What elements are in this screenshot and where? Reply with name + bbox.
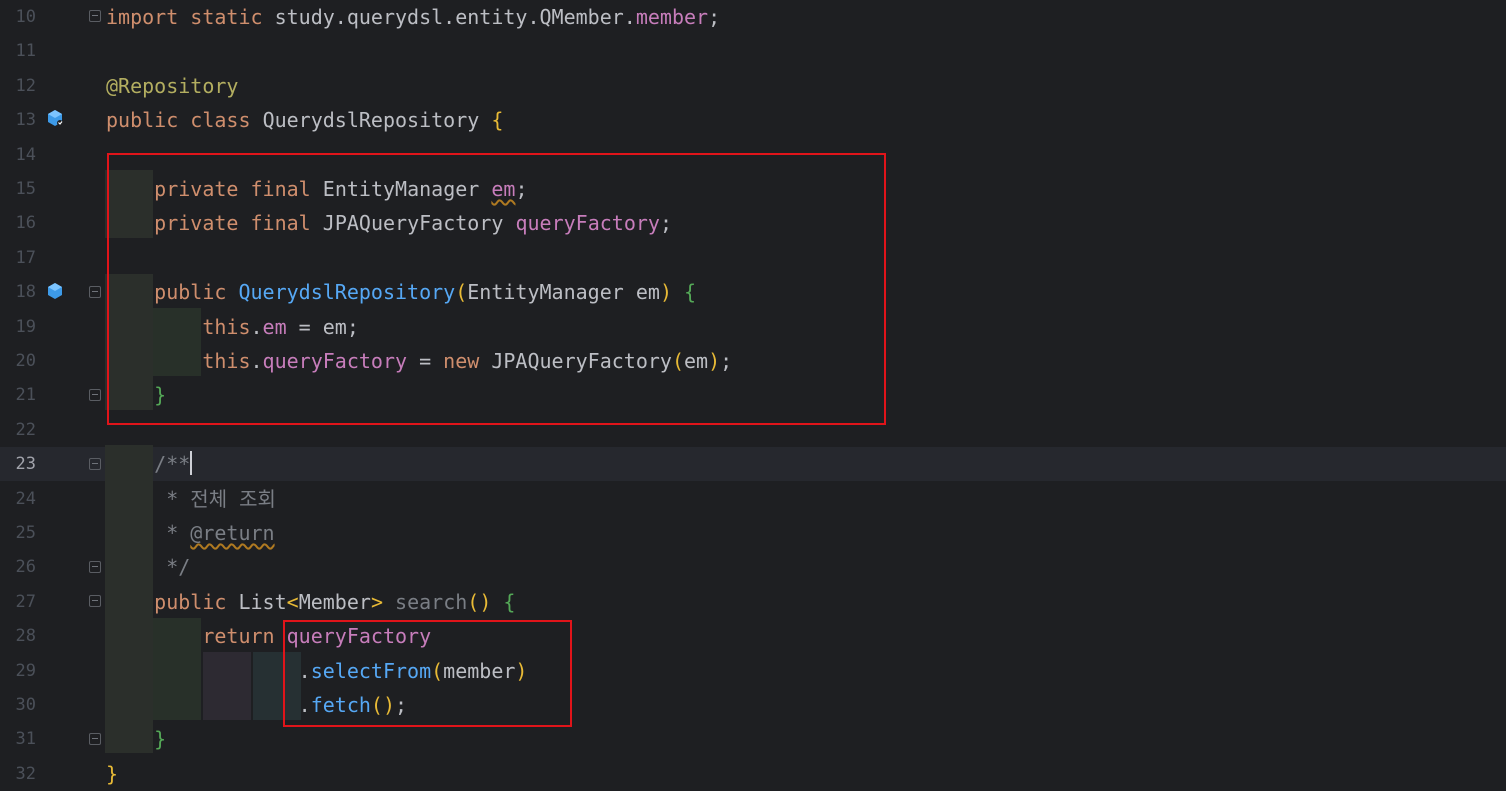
fold-toggle-icon[interactable] — [89, 10, 101, 22]
line-number: 23 — [15, 454, 36, 474]
fold-toggle-icon[interactable] — [89, 733, 101, 745]
code-token: () — [467, 590, 492, 614]
line-number: 15 — [15, 179, 36, 199]
code-line[interactable]: 26 — [0, 550, 1506, 584]
spring-bean-icon[interactable] — [46, 282, 64, 300]
code-token: { — [491, 108, 504, 132]
line-number: 21 — [15, 385, 36, 405]
code-line[interactable]: 31 — [0, 722, 1506, 756]
code-line-text: * 전체 조회 — [106, 482, 276, 516]
code-line-text: import static study.querydsl.entity.QMem… — [106, 0, 720, 34]
line-number: 14 — [15, 145, 36, 165]
code-token: static — [190, 5, 263, 29]
line-number: 30 — [15, 695, 36, 715]
fold-toggle-icon[interactable] — [89, 389, 101, 401]
code-line[interactable]: 11 — [0, 34, 1506, 68]
line-number: 29 — [15, 661, 36, 681]
fold-toggle-icon[interactable] — [89, 286, 101, 298]
code-line-text: } — [106, 722, 166, 756]
code-line-text: } — [106, 757, 118, 791]
code-token: ; — [708, 5, 721, 29]
code-token: member — [635, 5, 709, 29]
code-token: < — [286, 590, 299, 614]
fold-toggle-icon[interactable] — [89, 561, 101, 573]
code-editor[interactable]: 10 11 12 13 14 15 16 17 18 19 20 21 22 23 24 25 26 27 28 29… — [0, 0, 1506, 791]
line-number: 19 — [15, 317, 36, 337]
code-token: } — [106, 762, 119, 786]
code-token: { — [503, 590, 516, 614]
code-token: search — [395, 590, 468, 614]
spring-bean-icon[interactable] — [46, 109, 64, 127]
line-number: 28 — [15, 626, 36, 646]
code-line-text: */ — [106, 550, 190, 584]
code-line-text: /** — [106, 447, 190, 481]
code-line-text: public List<Member> search() { — [106, 585, 515, 619]
code-token: > — [370, 590, 383, 614]
line-number: 27 — [15, 592, 36, 612]
line-number: 20 — [15, 351, 36, 371]
line-number: 13 — [15, 110, 36, 130]
line-number: 24 — [15, 489, 36, 509]
line-number: 31 — [15, 729, 36, 749]
code-line-text: public class QuerydslRepository { — [106, 103, 503, 137]
fold-toggle-icon[interactable] — [89, 458, 101, 470]
line-number: 11 — [15, 41, 36, 61]
code-token: study.querydsl.entity.QMember. — [262, 5, 636, 29]
line-number: 12 — [15, 76, 36, 96]
code-token: List — [238, 590, 287, 614]
code-token: import — [106, 5, 179, 29]
code-token: @Repository — [106, 74, 239, 98]
code-token: /** — [154, 452, 191, 476]
code-token: Member — [298, 590, 371, 614]
code-token: class — [190, 108, 251, 132]
code-line-text: * @return — [106, 516, 275, 550]
fold-toggle-icon[interactable] — [89, 595, 101, 607]
code-token: * 전체 조회 — [154, 487, 276, 511]
line-number: 17 — [15, 248, 36, 268]
line-number: 26 — [15, 557, 36, 577]
highlight-box-constructor — [107, 153, 886, 425]
code-token: public — [106, 108, 179, 132]
code-token: * — [154, 521, 191, 545]
code-token: */ — [154, 555, 191, 579]
line-number: 18 — [15, 282, 36, 302]
code-line[interactable]: 23 — [0, 447, 1506, 481]
code-token: public — [154, 590, 227, 614]
code-token: } — [154, 727, 167, 751]
line-number: 32 — [15, 764, 36, 784]
code-token: @return — [190, 521, 275, 545]
line-number: 16 — [15, 213, 36, 233]
code-token: return — [202, 624, 275, 648]
line-number: 25 — [15, 523, 36, 543]
code-token: QuerydslRepository — [262, 108, 480, 132]
line-number: 22 — [15, 420, 36, 440]
code-line[interactable]: 32 — [0, 757, 1506, 791]
text-caret — [190, 451, 192, 475]
highlight-box-query — [283, 620, 572, 727]
code-line-text: @Repository — [106, 69, 238, 103]
line-number: 10 — [15, 7, 36, 27]
